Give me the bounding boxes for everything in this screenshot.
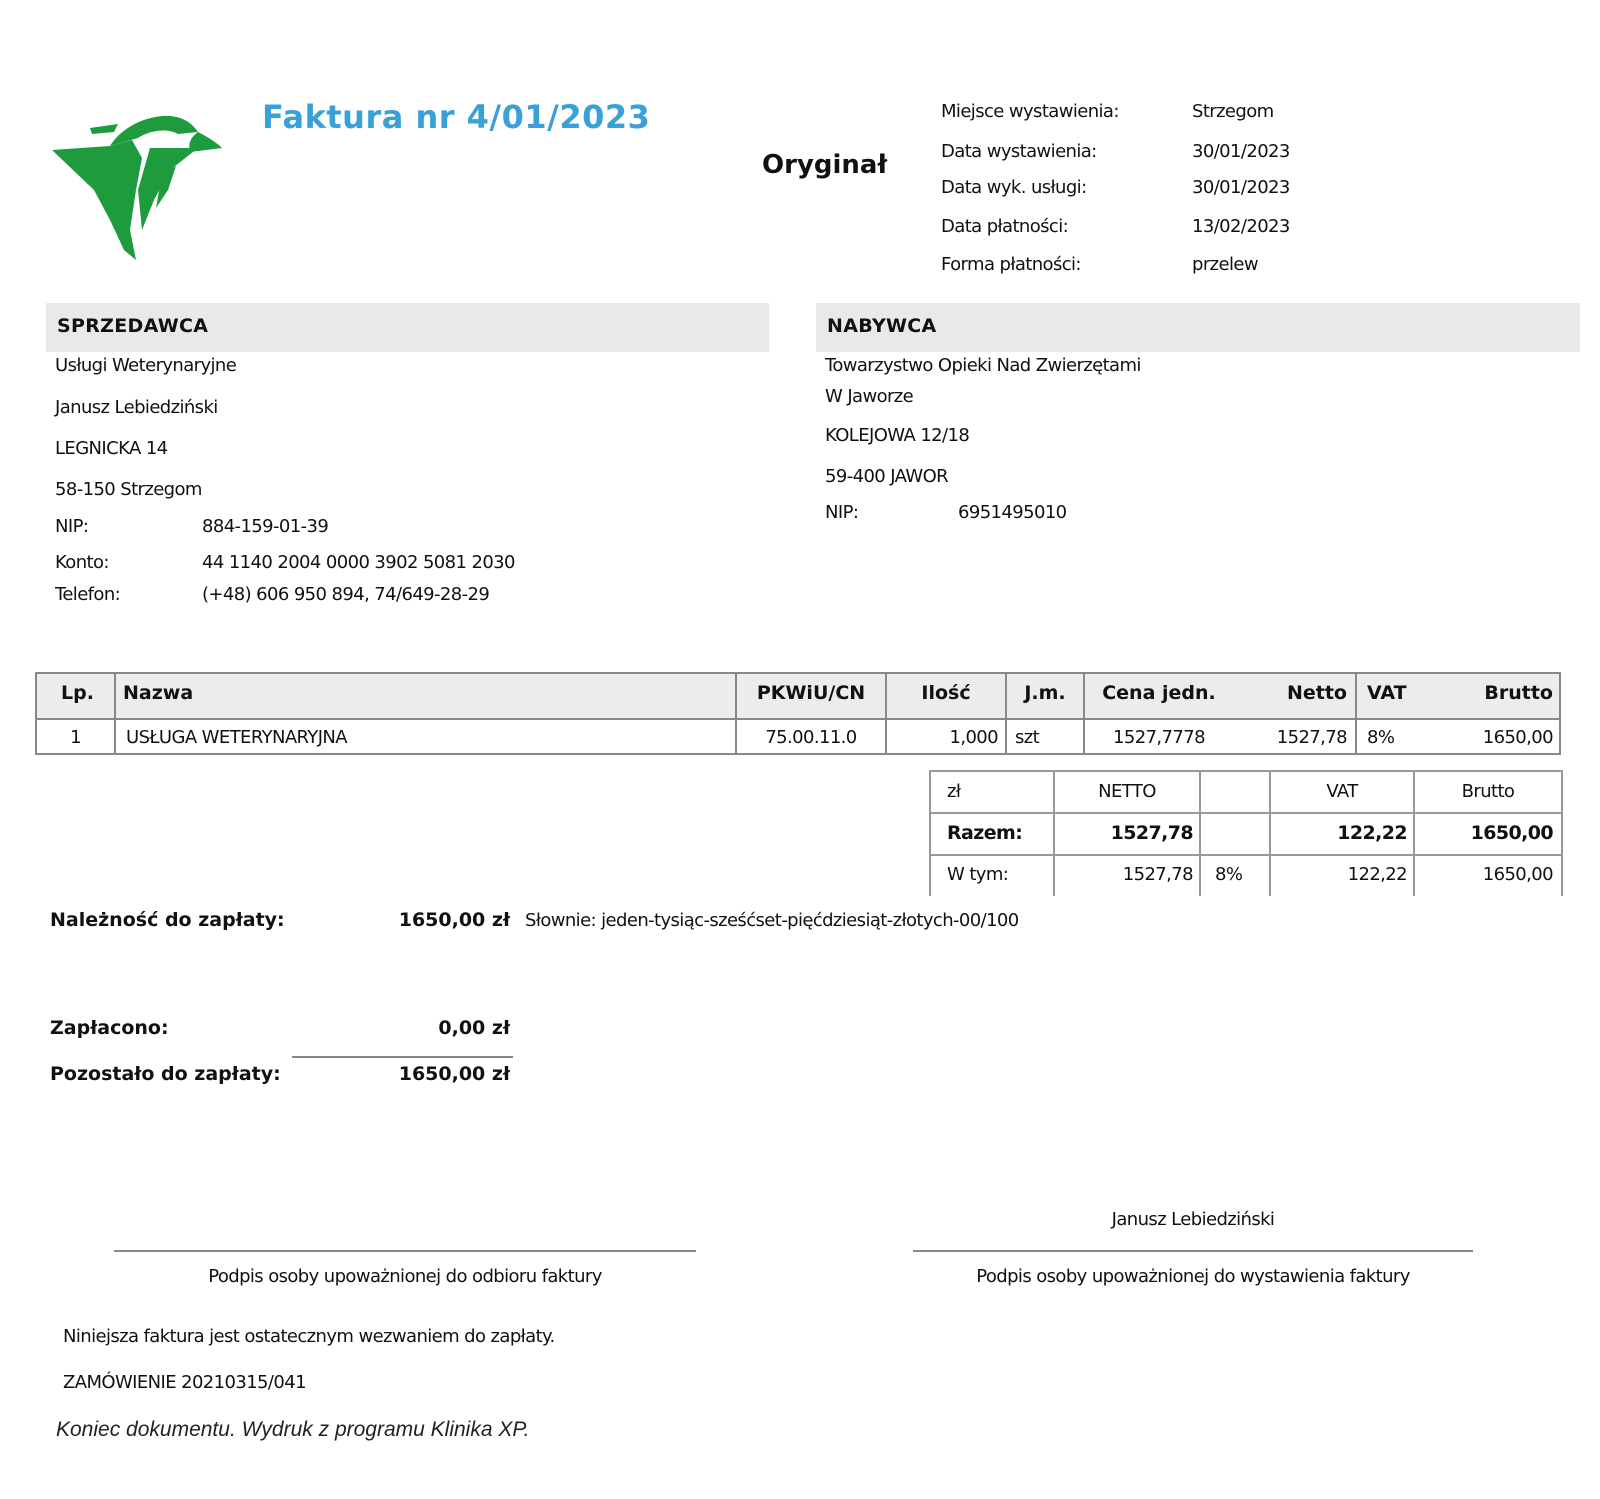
items-table: Lp. Nazwa PKWiU/CN Ilość J.m. Cena jedn.…: [35, 672, 1561, 755]
buyer-line: KOLEJOWA 12/18: [825, 425, 970, 446]
column-divider: [735, 674, 737, 753]
seller-account: 44 1140 2004 0000 3902 5081 2030: [202, 552, 515, 573]
column-divider: [1355, 674, 1357, 753]
seller-line: Janusz Lebiedziński: [55, 397, 218, 418]
seller-line: 58-150 Strzegom: [55, 479, 202, 500]
totals-incl-rate: 8%: [1215, 864, 1243, 885]
remaining-amount: 1650,00 zł: [398, 1063, 510, 1085]
header-pkwiu: PKWiU/CN: [756, 682, 866, 704]
note-line: ZAMÓWIENIE 20210315/041: [63, 1372, 307, 1393]
issuer-name: Janusz Lebiedziński: [1111, 1209, 1275, 1230]
seller-account-label: Konto:: [55, 552, 109, 573]
header-name: Nazwa: [123, 682, 194, 704]
row-unit: szt: [1015, 727, 1040, 748]
meta-label-place: Miejsce wystawienia:: [941, 101, 1119, 122]
seller-line: Usługi Weterynaryjne: [55, 355, 237, 376]
seller-phone: (+48) 606 950 894, 74/649-28-29: [202, 584, 490, 605]
buyer-header-bar: NABYWCA: [816, 303, 1580, 352]
column-divider: [1561, 770, 1563, 896]
row-lp: 1: [70, 727, 81, 748]
meta-label-issue-date: Data wystawienia:: [941, 141, 1097, 162]
receiver-signature-caption: Podpis osoby upoważnionej do odbioru fak…: [208, 1266, 602, 1287]
buyer-nip-label: NIP:: [825, 502, 859, 523]
buyer-line: Towarzystwo Opieki Nad Zwierzętami: [825, 355, 1141, 376]
seller-heading: SPRZEDAWCA: [57, 315, 209, 337]
header-qty: Ilość: [921, 682, 971, 704]
seller-phone-label: Telefon:: [55, 584, 121, 605]
totals-sum-label: Razem:: [947, 822, 1023, 844]
meta-value-service-date: 30/01/2023: [1192, 177, 1290, 198]
buyer-line: W Jaworze: [825, 386, 914, 407]
meta-label-payment-method: Forma płatności:: [941, 254, 1081, 275]
buyer-heading: NABYWCA: [827, 315, 937, 337]
row-qty: 1,000: [949, 727, 998, 748]
totals-incl-gross: 1650,00: [1482, 864, 1554, 885]
issuer-signature-line: [913, 1250, 1473, 1252]
seller-nip: 884-159-01-39: [202, 516, 329, 537]
seller-header-bar: SPRZEDAWCA: [46, 303, 769, 352]
receiver-signature-line: [114, 1250, 696, 1252]
row-vat: 8%: [1367, 727, 1395, 748]
row-pkwiu: 75.00.11.0: [765, 727, 857, 748]
totals-incl-net: 1527,78: [1122, 864, 1194, 885]
totals-incl-vat: 122,22: [1347, 864, 1408, 885]
veterinary-logo-icon: [52, 115, 222, 260]
row-gross: 1650,00: [1482, 727, 1554, 748]
note-line: Niniejsza faktura jest ostatecznym wezwa…: [63, 1326, 555, 1347]
totals-sum-vat: 122,22: [1337, 822, 1407, 844]
column-divider: [1199, 770, 1201, 896]
paid-label: Zapłacono:: [50, 1017, 169, 1039]
buyer-nip: 6951495010: [958, 502, 1067, 523]
invoice-title: Faktura nr 4/01/2023: [262, 98, 651, 136]
meta-value-payment-date: 13/02/2023: [1192, 216, 1290, 237]
totals-table: zł NETTO VAT Brutto Razem: 1527,78 122,2…: [929, 770, 1563, 896]
column-divider: [1083, 674, 1085, 753]
row-net: 1527,78: [1276, 727, 1348, 748]
issuer-signature-caption: Podpis osoby upoważnionej do wystawienia…: [976, 1266, 1410, 1287]
meta-label-payment-date: Data płatności:: [941, 216, 1069, 237]
column-divider: [885, 674, 887, 753]
meta-label-service-date: Data wyk. usługi:: [941, 177, 1087, 198]
row-divider: [931, 770, 1563, 772]
meta-value-place: Strzegom: [1192, 101, 1274, 122]
copy-label: Oryginał: [762, 150, 888, 180]
totals-currency: zł: [947, 781, 961, 802]
due-amount: 1650,00 zł: [398, 909, 510, 931]
row-divider: [931, 854, 1563, 856]
paid-amount: 0,00 zł: [438, 1017, 510, 1039]
header-unit: J.m.: [1024, 682, 1066, 704]
totals-sum-net: 1527,78: [1110, 822, 1194, 844]
meta-value-issue-date: 30/01/2023: [1192, 141, 1290, 162]
due-in-words: Słownie: jeden-tysiąc-sześćset-pięćdzies…: [525, 910, 1019, 931]
header-vat: VAT: [1367, 682, 1407, 704]
column-divider: [114, 674, 116, 753]
paid-divider: [292, 1056, 513, 1058]
row-price: 1527,7778: [1113, 727, 1206, 748]
meta-value-payment-method: przelew: [1192, 254, 1259, 275]
header-gross: Brutto: [1484, 682, 1553, 704]
header-net: Netto: [1286, 682, 1347, 704]
totals-gross-header: Brutto: [1461, 781, 1515, 802]
column-divider: [1005, 674, 1007, 753]
footer-note: Koniec dokumentu. Wydruk z programu Klin…: [56, 1418, 530, 1441]
seller-nip-label: NIP:: [55, 516, 89, 537]
header-price: Cena jedn.: [1102, 682, 1216, 704]
seller-line: LEGNICKA 14: [55, 438, 168, 459]
totals-incl-label: W tym:: [947, 864, 1009, 885]
header-lp: Lp.: [61, 682, 94, 704]
totals-vat-header: VAT: [1326, 781, 1358, 802]
totals-sum-gross: 1650,00: [1470, 822, 1554, 844]
buyer-line: 59-400 JAWOR: [825, 466, 949, 487]
due-label: Należność do zapłaty:: [50, 909, 285, 931]
remaining-label: Pozostało do zapłaty:: [50, 1063, 281, 1085]
row-name: USŁUGA WETERYNARYJNA: [126, 727, 348, 748]
totals-net-header: NETTO: [1098, 781, 1156, 802]
row-divider: [931, 812, 1563, 814]
